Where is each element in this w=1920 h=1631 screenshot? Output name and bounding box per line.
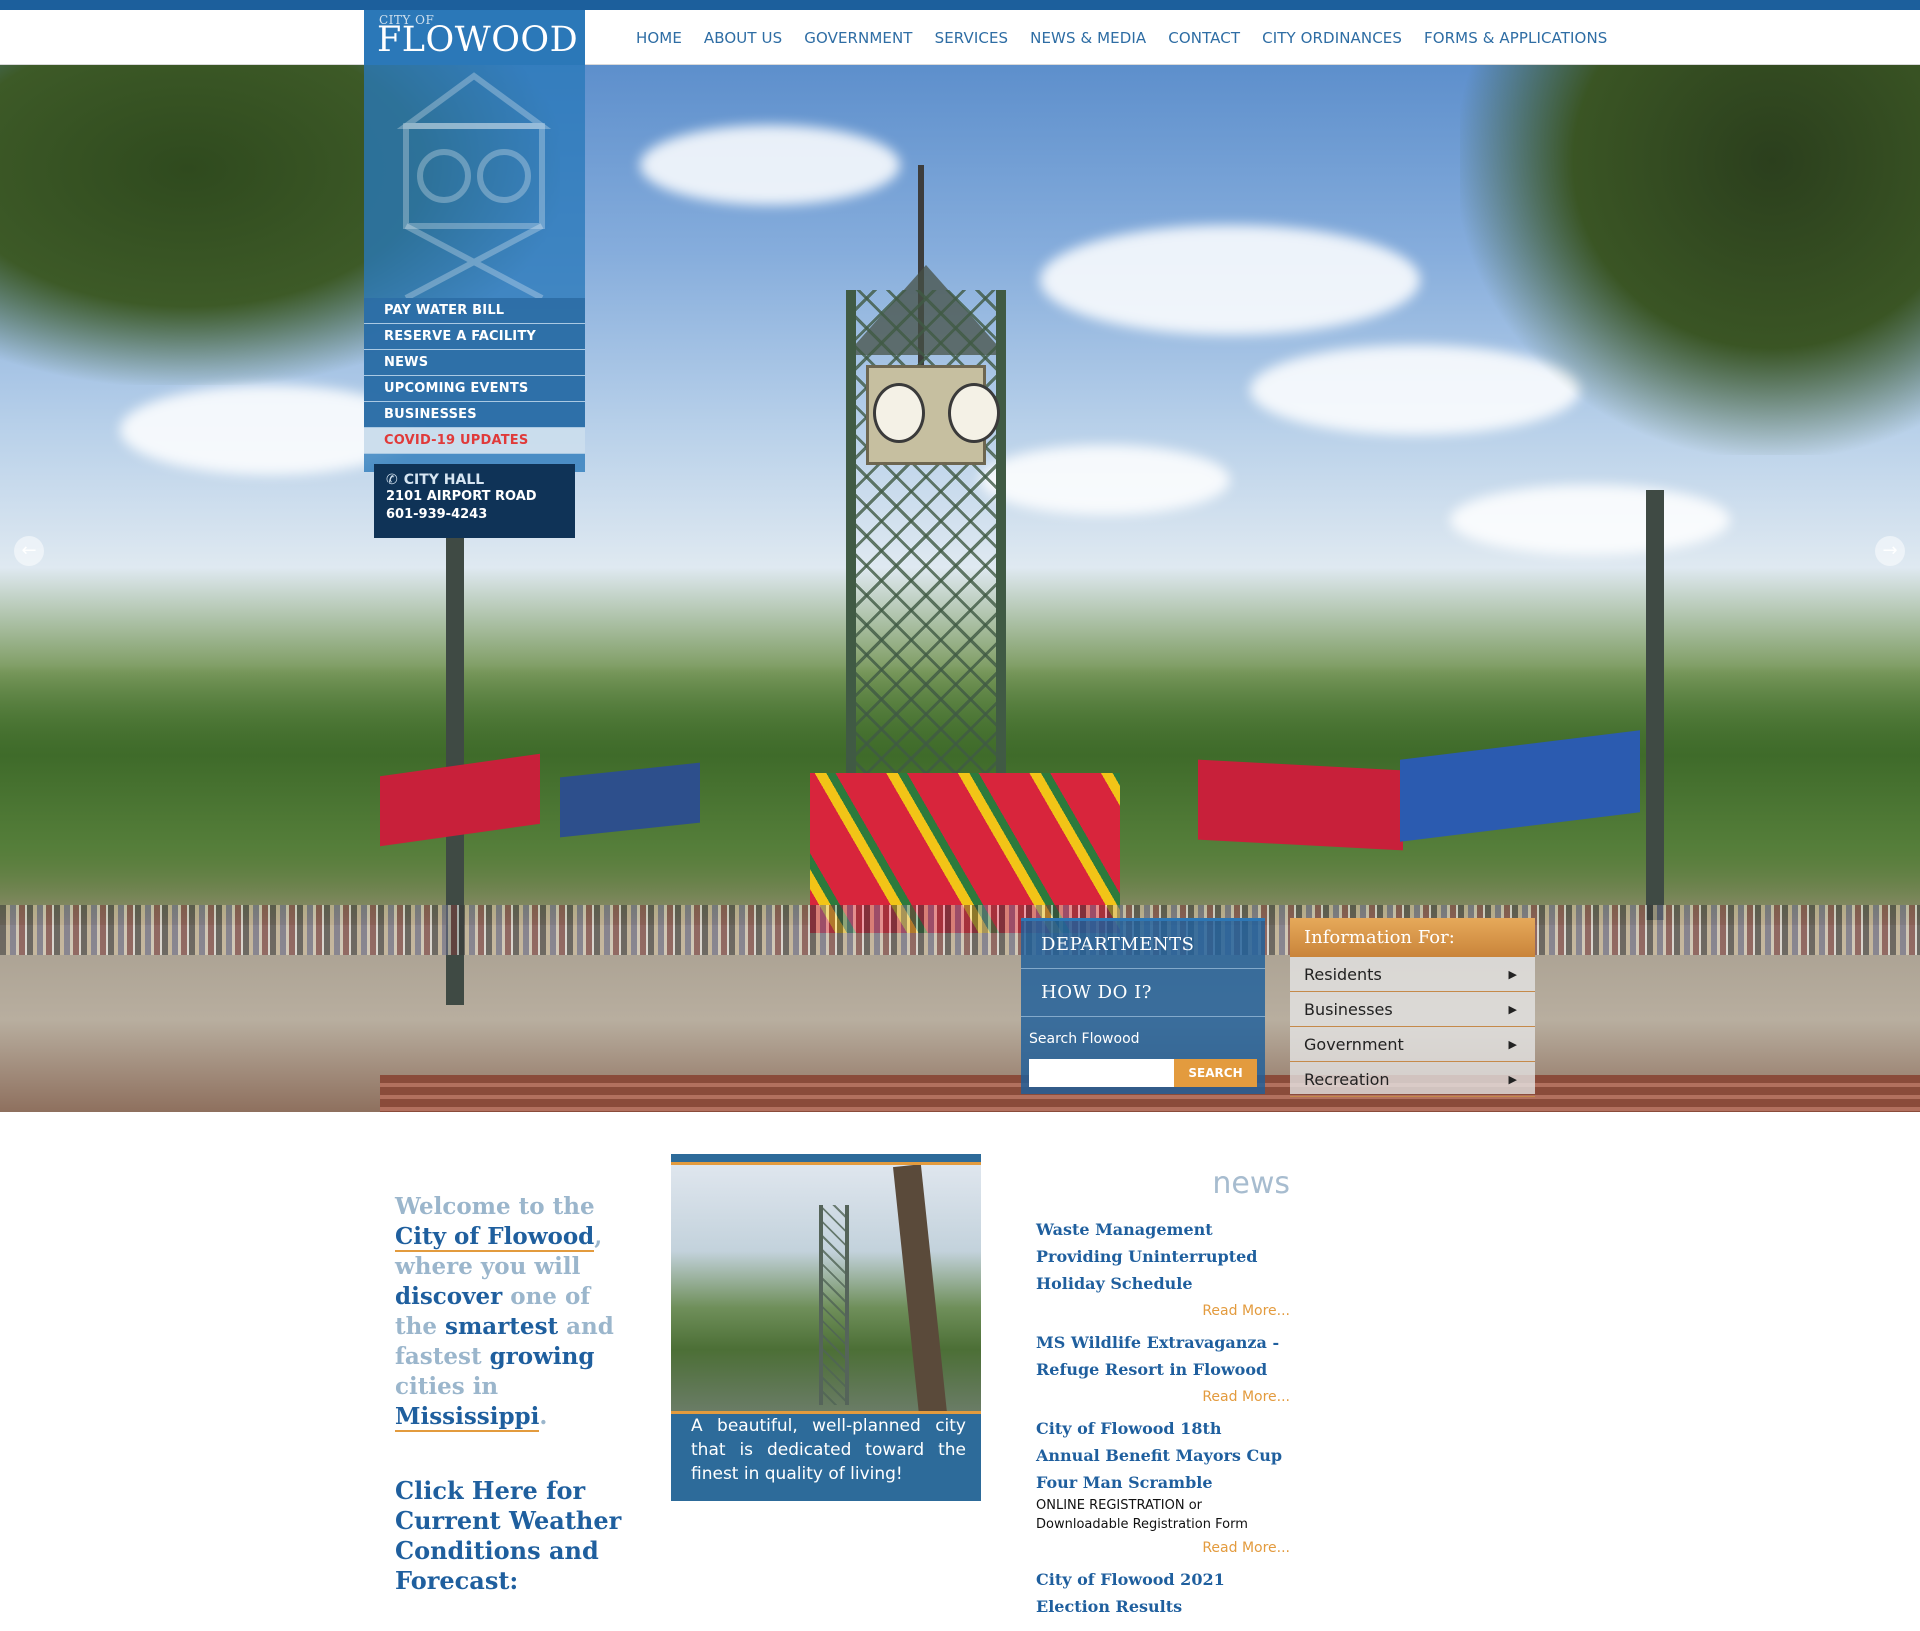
search-button[interactable]: SEARCH <box>1174 1059 1257 1087</box>
news-title[interactable]: City of Flowood 18th Annual Benefit Mayo… <box>1036 1415 1290 1496</box>
nav-home[interactable]: HOME <box>636 29 682 47</box>
welcome-text: Welcome to the City of Flowood, where yo… <box>395 1192 625 1432</box>
news-item: MS Wildlife Extravaganza - Refuge Resort… <box>1036 1329 1290 1405</box>
information-for-title: Information For: <box>1290 918 1535 957</box>
news-description: ONLINE REGISTRATION or Downloadable Regi… <box>1036 1498 1248 1532</box>
welcome-part: cities in <box>395 1373 499 1400</box>
triangle-right-icon: ▶ <box>1508 1072 1517 1086</box>
city-hall-heading: ✆ CITY HALL <box>386 472 563 488</box>
logo-flowood[interactable]: FLOWOOD <box>377 20 578 60</box>
news-item: Waste Management Providing Uninterrupted… <box>1036 1216 1290 1319</box>
nav-forms-applications[interactable]: FORMS & APPLICATIONS <box>1424 29 1607 47</box>
departments-panel: DEPARTMENTS HOW DO I? Search Flowood SEA… <box>1021 918 1265 1094</box>
news-item: City of Flowood 2021 Election Results <box>1036 1566 1290 1620</box>
clock-tower-photo <box>671 1162 981 1414</box>
quick-link-upcoming-events[interactable]: UPCOMING EVENTS <box>364 376 585 402</box>
quick-link-reserve-facility[interactable]: RESERVE A FACILITY <box>364 324 585 350</box>
info-label: Recreation <box>1304 1069 1390 1089</box>
information-for-panel: Information For: Residents ▶ Businesses ▶ … <box>1290 918 1535 1097</box>
info-government[interactable]: Government ▶ <box>1290 1027 1535 1062</box>
quick-link-news[interactable]: NEWS <box>364 350 585 376</box>
nav-news-media[interactable]: NEWS & MEDIA <box>1030 29 1146 47</box>
top-accent-bar <box>0 0 1920 10</box>
news-title[interactable]: City of Flowood 2021 Election Results <box>1036 1566 1290 1620</box>
quick-link-covid-updates[interactable]: COVID-19 UPDATES <box>364 428 585 454</box>
triangle-right-icon: ▶ <box>1508 967 1517 981</box>
nav-about-us[interactable]: ABOUT US <box>704 29 782 47</box>
info-businesses[interactable]: Businesses ▶ <box>1290 992 1535 1027</box>
welcome-highlight: smartest <box>445 1313 559 1340</box>
info-label: Government <box>1304 1034 1404 1054</box>
news-item: City of Flowood 18th Annual Benefit Mayo… <box>1036 1415 1290 1556</box>
city-hall-phone[interactable]: 601-939-4243 <box>386 506 563 524</box>
read-more-link[interactable]: Read More... <box>1036 1303 1290 1319</box>
news-title[interactable]: Waste Management Providing Uninterrupted… <box>1036 1216 1290 1297</box>
triangle-right-icon: ▶ <box>1508 1037 1517 1051</box>
arrow-left-icon[interactable]: ← <box>14 536 44 566</box>
info-label: Businesses <box>1304 999 1393 1019</box>
nav-services[interactable]: SERVICES <box>935 29 1009 47</box>
info-recreation[interactable]: Recreation ▶ <box>1290 1062 1535 1097</box>
city-of-flowood-link[interactable]: City of Flowood <box>395 1223 595 1252</box>
triangle-right-icon: ▶ <box>1508 1002 1517 1016</box>
search-label: Search Flowood <box>1029 1031 1140 1047</box>
departments-link[interactable]: DEPARTMENTS <box>1021 921 1265 969</box>
read-more-link[interactable]: Read More... <box>1036 1540 1290 1556</box>
news-title[interactable]: MS Wildlife Extravaganza - Refuge Resort… <box>1036 1329 1290 1383</box>
info-label: Residents <box>1304 964 1382 984</box>
city-hall-title: CITY HALL <box>403 472 485 488</box>
quick-links: PAY WATER BILL RESERVE A FACILITY NEWS U… <box>364 298 585 454</box>
search-input[interactable] <box>1029 1059 1174 1087</box>
clock-tower-watermark-icon <box>396 72 552 298</box>
nav-city-ordinances[interactable]: CITY ORDINANCES <box>1262 29 1402 47</box>
quick-link-pay-water-bill[interactable]: PAY WATER BILL <box>364 298 585 324</box>
photo-caption: A beautiful, well-planned city that is d… <box>691 1416 966 1484</box>
nav-contact[interactable]: CONTACT <box>1168 29 1240 47</box>
info-residents[interactable]: Residents ▶ <box>1290 957 1535 992</box>
read-more-link[interactable]: Read More... <box>1036 1389 1290 1405</box>
phone-icon: ✆ <box>386 472 398 488</box>
welcome-highlight: growing <box>489 1343 595 1370</box>
news-heading: news <box>1212 1166 1290 1201</box>
mississippi-link[interactable]: Mississippi <box>395 1403 540 1432</box>
city-hall-box: ✆ CITY HALL 2101 AIRPORT ROAD 601-939-424… <box>374 464 575 538</box>
welcome-part: . <box>539 1403 548 1430</box>
city-hall-address: 2101 AIRPORT ROAD <box>386 489 537 504</box>
how-do-i-link[interactable]: HOW DO I? <box>1021 969 1265 1017</box>
news-list: Waste Management Providing Uninterrupted… <box>1036 1216 1290 1620</box>
welcome-highlight: discover <box>395 1283 503 1310</box>
weather-link[interactable]: Click Here for Current Weather Condition… <box>395 1476 625 1596</box>
main-nav: HOME ABOUT US GOVERNMENT SERVICES NEWS &… <box>636 10 1629 65</box>
hero-slideshow <box>0 65 1920 1112</box>
arrow-right-icon[interactable]: → <box>1875 536 1905 566</box>
welcome-part: Welcome to the <box>395 1193 595 1220</box>
nav-government[interactable]: GOVERNMENT <box>804 29 912 47</box>
quick-link-businesses[interactable]: BUSINESSES <box>364 402 585 428</box>
featured-photo: A beautiful, well-planned city that is d… <box>671 1154 981 1501</box>
